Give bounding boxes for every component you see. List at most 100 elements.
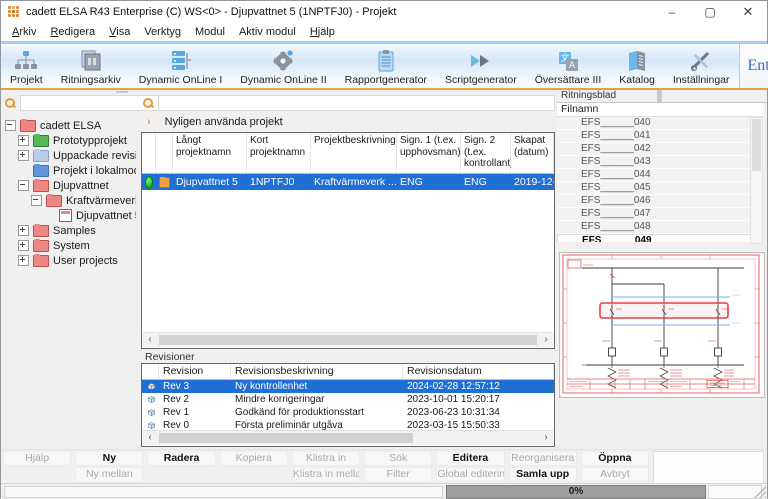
open-button[interactable]: Öppna [581,451,649,466]
column-header[interactable]: Revisionsdatum [403,364,554,380]
column-header[interactable]: Revisionsbeskrivning [231,364,403,380]
column-header[interactable]: Kort projektnamn [247,133,311,174]
revision-row[interactable]: Rev 1 Godkänd för produktionsstart 2023-… [142,406,554,419]
scroll-right-icon[interactable]: › [539,431,553,445]
edit-button[interactable]: Editera [436,451,504,466]
file-row-selected[interactable]: EFS______049 [557,234,751,242]
collapse-expander-icon[interactable] [5,120,16,131]
project-row-selected[interactable]: Djupvattnet 5 1NPTFJ0 Kraftvärmeverk ...… [142,174,554,190]
file-row[interactable]: EFS______045 [557,182,751,195]
filename-column-header[interactable]: Filnamn [557,103,763,117]
expand-expander-icon[interactable] [18,135,29,146]
tree-item-root[interactable]: cadett ELSA [3,118,136,133]
scroll-thumb[interactable] [159,335,537,345]
expand-expander-icon[interactable] [18,240,29,251]
menu-hjalp[interactable]: Hjälp [303,25,342,39]
column-header[interactable]: Långt projektnamn [173,133,247,174]
file-row[interactable]: EFS______046 [557,195,751,208]
file-row[interactable]: EFS______041 [557,130,751,143]
collapse-expander-icon[interactable] [18,180,29,191]
delete-button[interactable]: Radera [147,451,215,466]
maximize-button[interactable]: ▢ [691,1,729,22]
recent-projects-label: Nyligen använda projekt [165,116,283,128]
tree-item-system[interactable]: System [3,238,136,253]
recent-projects-header[interactable]: › Nyligen använda projekt [141,114,555,130]
search-icon [5,98,15,108]
column-header[interactable]: Sign. 2 (t.ex. kontrollant) [461,133,511,174]
menu-verktyg[interactable]: Verktyg [137,25,188,39]
file-row[interactable]: EFS______047 [557,208,751,221]
cell-revision: Rev 3 [159,381,231,392]
caption-divider[interactable] [657,90,662,102]
toolbar-oversattare[interactable]: 文A Översättare III [526,44,611,88]
toolbar-dynamic-online-1[interactable]: Dynamic OnLine I [130,44,231,88]
close-button[interactable]: ✕ [729,1,767,22]
collapse-expander-icon[interactable] [31,195,42,206]
expand-expander-icon[interactable] [18,150,29,161]
toolbar-katalog[interactable]: Katalog [610,44,664,88]
drawing-preview[interactable] [559,252,765,398]
revision-row[interactable]: Rev 3 Ny kontrollenhet 2024-02-28 12:57:… [142,380,554,393]
file-row[interactable]: EFS______043 [557,156,751,169]
tree-item-kraftvarmeverket[interactable]: Kraftvärmeverket [3,193,136,208]
revisions-hscrollbar[interactable]: ‹ › [143,430,553,445]
clipboard-icon [374,49,398,73]
file-row[interactable]: EFS______048 [557,221,751,234]
expand-expander-icon[interactable] [18,255,29,266]
menu-modul[interactable]: Modul [188,25,232,39]
tree-item-user-projects[interactable]: User projects [3,253,136,268]
tree-item-djupvattnet[interactable]: Djupvattnet [3,178,136,193]
panel-grip[interactable] [116,91,128,93]
tree-item-samples[interactable]: Samples [3,223,136,238]
tree-item-projekt-i-lokalmod[interactable]: Projekt i lokalmod [3,163,136,178]
toolbar-scriptgenerator[interactable]: Scriptgenerator [436,44,526,88]
tree-item-prototypprojekt[interactable]: Prototypprojekt [3,133,136,148]
menu-arkiv[interactable]: Arkiv [5,25,43,39]
projects-search-input[interactable] [158,95,555,111]
revision-row[interactable]: Rev 2 Mindre korrigeringar 2023-10-01 15… [142,393,554,406]
toolbar-projekt[interactable]: Projekt [1,44,52,88]
scroll-left-icon[interactable]: ‹ [143,333,157,347]
file-row[interactable]: EFS______040 [557,117,751,130]
column-header[interactable]: Skapat (datum) [511,133,554,174]
scroll-left-icon[interactable]: ‹ [143,431,157,445]
double-play-icon [469,49,493,73]
toolbar-installningar[interactable]: Inställningar [664,44,739,88]
toolbar-rapportgenerator[interactable]: Rapportgenerator [336,44,436,88]
column-header[interactable]: Revision [159,364,231,380]
tree-label: Samples [53,225,96,237]
cancel-button: Avbryt [581,467,649,482]
paste-button: Klistra in [292,451,360,466]
menu-redigera[interactable]: Redigera [43,25,102,39]
files-vscrollbar[interactable] [750,117,763,244]
menu-bar: Arkiv Redigera Visa Verktyg Modul Aktiv … [1,22,767,41]
projects-hscrollbar[interactable]: ‹ › [143,332,553,347]
resize-grip-icon[interactable] [754,486,766,498]
folder-icon [33,135,49,147]
column-header[interactable]: Sign. 1 (t.ex. upphovsman) [397,133,461,174]
minimize-button[interactable]: – [653,1,691,22]
collect-button[interactable]: Samla upp [509,467,577,482]
side-blank-panel [653,451,764,484]
title-bar: cadett ELSA R43 Enterprise (C) WS<0> - D… [1,1,767,22]
menu-aktiv-modul[interactable]: Aktiv modul [232,25,303,39]
scroll-right-icon[interactable]: › [539,333,553,347]
toolbar-dynamic-online-2[interactable]: Dynamic OnLine II [231,44,335,88]
folder-icon [33,150,49,162]
tree-item-uppackade-revisioner[interactable]: Uppackade revisioner [3,148,136,163]
toolbar-label: Katalog [619,74,655,86]
tree-item-djupvattnet-5[interactable]: Djupvattnet 5 [3,208,136,223]
menu-visa[interactable]: Visa [102,25,137,39]
scroll-thumb[interactable] [159,433,413,443]
file-row[interactable]: EFS______044 [557,169,751,182]
expand-expander-icon[interactable] [18,225,29,236]
tree-label: Projekt i lokalmod [53,165,136,177]
new-button[interactable]: Ny [75,451,143,466]
help-button: Hjälp [3,451,71,466]
toolbar-ritningsarkiv[interactable]: Ritningsarkiv [52,44,130,88]
brand-name: Enterprise [740,57,768,75]
scroll-thumb[interactable] [752,119,761,171]
column-header[interactable]: Projektbeskrivning [311,133,397,174]
tree-label: Kraftvärmeverket [66,195,136,207]
file-row[interactable]: EFS______042 [557,143,751,156]
